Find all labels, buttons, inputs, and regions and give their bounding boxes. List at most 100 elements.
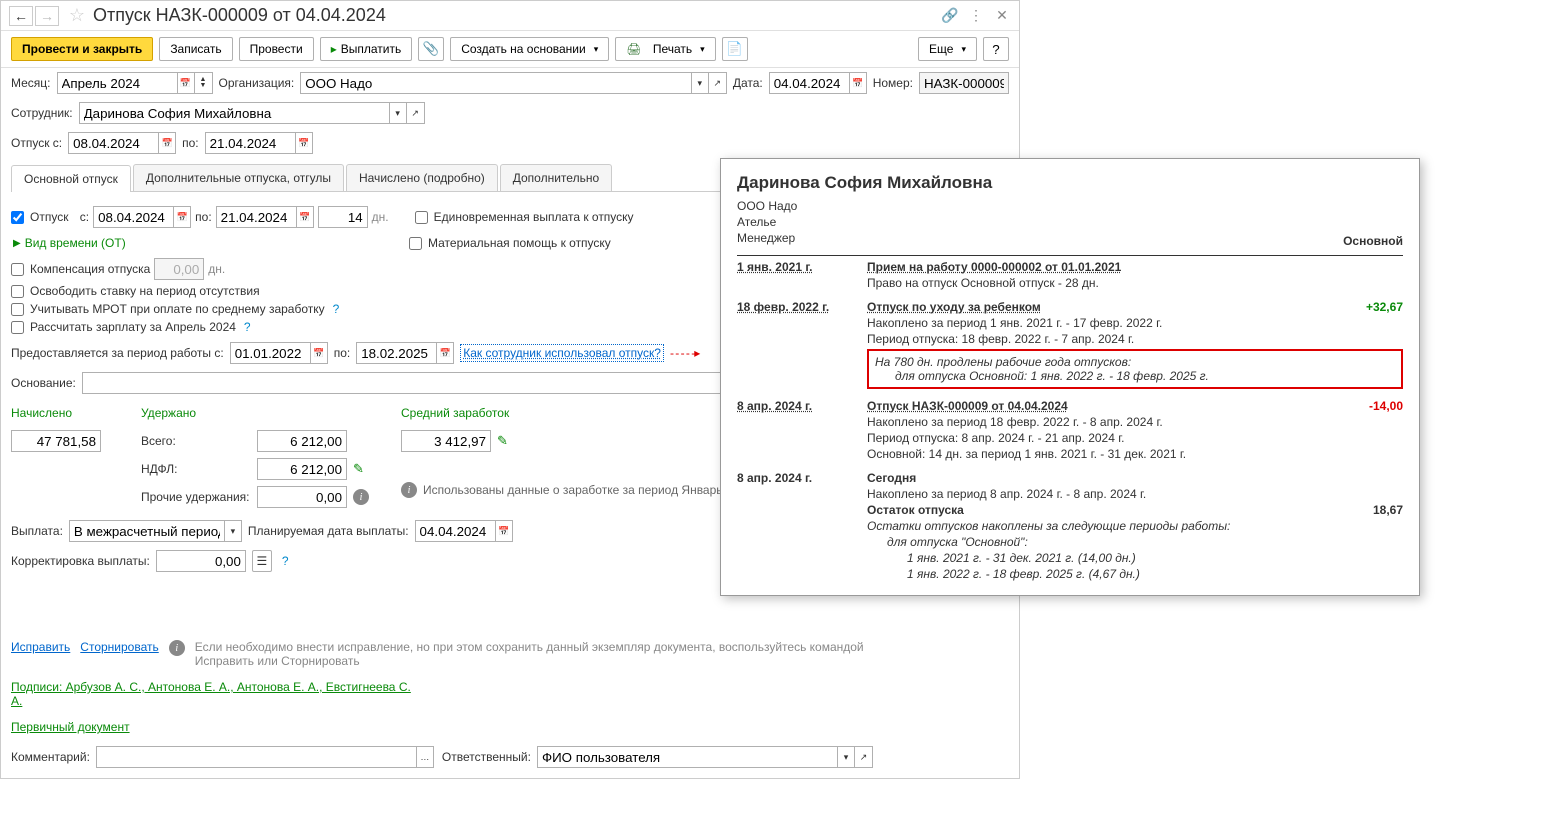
dropdown-icon[interactable]: ▾ bbox=[224, 520, 242, 542]
calendar-icon[interactable]: 📅 bbox=[310, 342, 328, 364]
info-text: Использованы данные о заработке за перио… bbox=[423, 483, 743, 497]
correction-input[interactable] bbox=[156, 550, 246, 572]
calendar-icon[interactable]: 📅 bbox=[849, 72, 867, 94]
free-rate-label: Освободить ставку на период отсутствия bbox=[30, 284, 260, 298]
link-icon[interactable]: 🔗 bbox=[941, 7, 959, 25]
dropdown-icon[interactable]: ▾ bbox=[691, 72, 709, 94]
chevron-right-icon[interactable]: ▶ bbox=[13, 238, 21, 249]
info-icon: i bbox=[169, 640, 185, 656]
dropdown-icon[interactable]: ▾ bbox=[389, 102, 407, 124]
event-detail: Период отпуска: 18 февр. 2022 г. - 7 апр… bbox=[867, 332, 1403, 346]
calendar-icon[interactable]: 📅 bbox=[295, 132, 313, 154]
help-icon[interactable]: ? bbox=[244, 320, 251, 334]
month-stepper[interactable]: ▲▼ bbox=[195, 72, 213, 94]
compensation-checkbox[interactable] bbox=[11, 263, 24, 276]
fix-link[interactable]: Исправить bbox=[11, 640, 70, 654]
edit-icon[interactable]: ✎ bbox=[497, 433, 508, 449]
reverse-link[interactable]: Сторнировать bbox=[80, 640, 158, 654]
correction-label: Корректировка выплаты: bbox=[11, 554, 150, 568]
tab-accrued[interactable]: Начислено (подробно) bbox=[346, 164, 498, 191]
time-type-link[interactable]: Вид времени (ОТ) bbox=[25, 236, 126, 250]
other-input[interactable] bbox=[257, 486, 347, 508]
payment-input[interactable] bbox=[69, 520, 224, 542]
more-button[interactable]: Еще bbox=[918, 37, 977, 61]
popup-org: ООО Надо bbox=[737, 199, 1403, 213]
ellipsis-icon[interactable]: … bbox=[416, 746, 434, 768]
calc-salary-label: Рассчитать зарплату за Апрель 2024 bbox=[30, 320, 236, 334]
basis-label: Основание: bbox=[11, 376, 76, 390]
attach-button[interactable]: 📎 bbox=[418, 37, 444, 61]
calendar-icon[interactable]: 📅 bbox=[436, 342, 454, 364]
event-detail: Право на отпуск Основной отпуск - 28 дн. bbox=[867, 276, 1403, 290]
save-button[interactable]: Записать bbox=[159, 37, 232, 61]
tab-extra[interactable]: Дополнительно bbox=[500, 164, 612, 191]
mrot-checkbox[interactable] bbox=[11, 303, 24, 316]
open-icon[interactable]: ↗ bbox=[407, 102, 425, 124]
period-to-input[interactable] bbox=[356, 342, 436, 364]
create-based-button[interactable]: Создать на основании bbox=[450, 37, 609, 61]
tab-to-input[interactable] bbox=[216, 206, 296, 228]
tab-additional[interactable]: Дополнительные отпуска, отгулы bbox=[133, 164, 344, 191]
open-icon[interactable]: ↗ bbox=[855, 746, 873, 768]
print-button[interactable]: 🖨 Печать bbox=[615, 37, 715, 61]
days-input[interactable] bbox=[318, 206, 368, 228]
signs-link[interactable]: Подписи: Арбузов А. С., Антонова Е. А., … bbox=[11, 680, 411, 708]
month-input[interactable] bbox=[57, 72, 177, 94]
nav-back-button[interactable]: ← bbox=[9, 6, 33, 26]
close-icon[interactable]: ✕ bbox=[993, 7, 1011, 25]
compensation-label: Компенсация отпуска bbox=[30, 262, 150, 276]
total-input[interactable] bbox=[257, 430, 347, 452]
date-input[interactable] bbox=[769, 72, 849, 94]
accrued-input[interactable] bbox=[11, 430, 101, 452]
info-icon[interactable]: i bbox=[353, 489, 369, 505]
info-icon[interactable]: i bbox=[401, 482, 417, 498]
tab-from-input[interactable] bbox=[93, 206, 173, 228]
submit-close-button[interactable]: Провести и закрыть bbox=[11, 37, 153, 61]
free-rate-checkbox[interactable] bbox=[11, 285, 24, 298]
tab-main[interactable]: Основной отпуск bbox=[11, 165, 131, 192]
leave-checkbox[interactable] bbox=[11, 211, 24, 224]
nav-forward-button[interactable]: → bbox=[35, 6, 59, 26]
help-icon[interactable]: ? bbox=[282, 554, 289, 568]
help-button[interactable]: ? bbox=[983, 37, 1009, 61]
calendar-icon[interactable]: 📅 bbox=[495, 520, 513, 542]
report-button[interactable]: 📄 bbox=[722, 37, 748, 61]
leave-from-input[interactable] bbox=[68, 132, 158, 154]
event-detail: Основной: 14 дн. за период 1 янв. 2021 г… bbox=[867, 447, 1403, 461]
pay-button[interactable]: ▸Выплатить bbox=[320, 37, 413, 61]
primary-doc-link[interactable]: Первичный документ bbox=[11, 720, 130, 734]
post-button[interactable]: Провести bbox=[239, 37, 314, 61]
calendar-icon[interactable]: 📅 bbox=[177, 72, 195, 94]
leave-to-input[interactable] bbox=[205, 132, 295, 154]
event-value: +32,67 bbox=[1343, 300, 1403, 314]
employee-input[interactable] bbox=[79, 102, 389, 124]
list-icon[interactable]: ☰ bbox=[252, 550, 272, 572]
org-input[interactable] bbox=[300, 72, 691, 94]
calendar-icon[interactable]: 📅 bbox=[296, 206, 314, 228]
more-icon[interactable]: ⋮ bbox=[967, 7, 985, 25]
onetime-label: Единовременная выплата к отпуску bbox=[434, 210, 634, 224]
responsible-input[interactable] bbox=[537, 746, 837, 768]
other-label: Прочие удержания: bbox=[141, 490, 251, 504]
period-from-input[interactable] bbox=[230, 342, 310, 364]
ndfl-input[interactable] bbox=[257, 458, 347, 480]
calendar-icon[interactable]: 📅 bbox=[158, 132, 176, 154]
help-icon[interactable]: ? bbox=[333, 302, 340, 316]
plan-date-input[interactable] bbox=[415, 520, 495, 542]
from-label: с: bbox=[80, 210, 89, 224]
calc-salary-checkbox[interactable] bbox=[11, 321, 24, 334]
event-detail: Накоплено за период 18 февр. 2022 г. - 8… bbox=[867, 415, 1403, 429]
footer-hint: Если необходимо внести исправление, но п… bbox=[195, 640, 915, 668]
event-title: Отпуск НАЗК-000009 от 04.04.2024 bbox=[867, 399, 1333, 413]
open-icon[interactable]: ↗ bbox=[709, 72, 727, 94]
comment-input[interactable] bbox=[96, 746, 416, 768]
calendar-icon[interactable]: 📅 bbox=[173, 206, 191, 228]
favorite-icon[interactable]: ☆ bbox=[67, 6, 87, 26]
edit-icon[interactable]: ✎ bbox=[353, 461, 364, 477]
event-detail: Период отпуска: 8 апр. 2024 г. - 21 апр.… bbox=[867, 431, 1403, 445]
usage-link[interactable]: Как сотрудник использовал отпуск? bbox=[460, 344, 664, 362]
mathelp-checkbox[interactable] bbox=[409, 237, 422, 250]
avg-input[interactable] bbox=[401, 430, 491, 452]
dropdown-icon[interactable]: ▾ bbox=[837, 746, 855, 768]
onetime-checkbox[interactable] bbox=[415, 211, 428, 224]
